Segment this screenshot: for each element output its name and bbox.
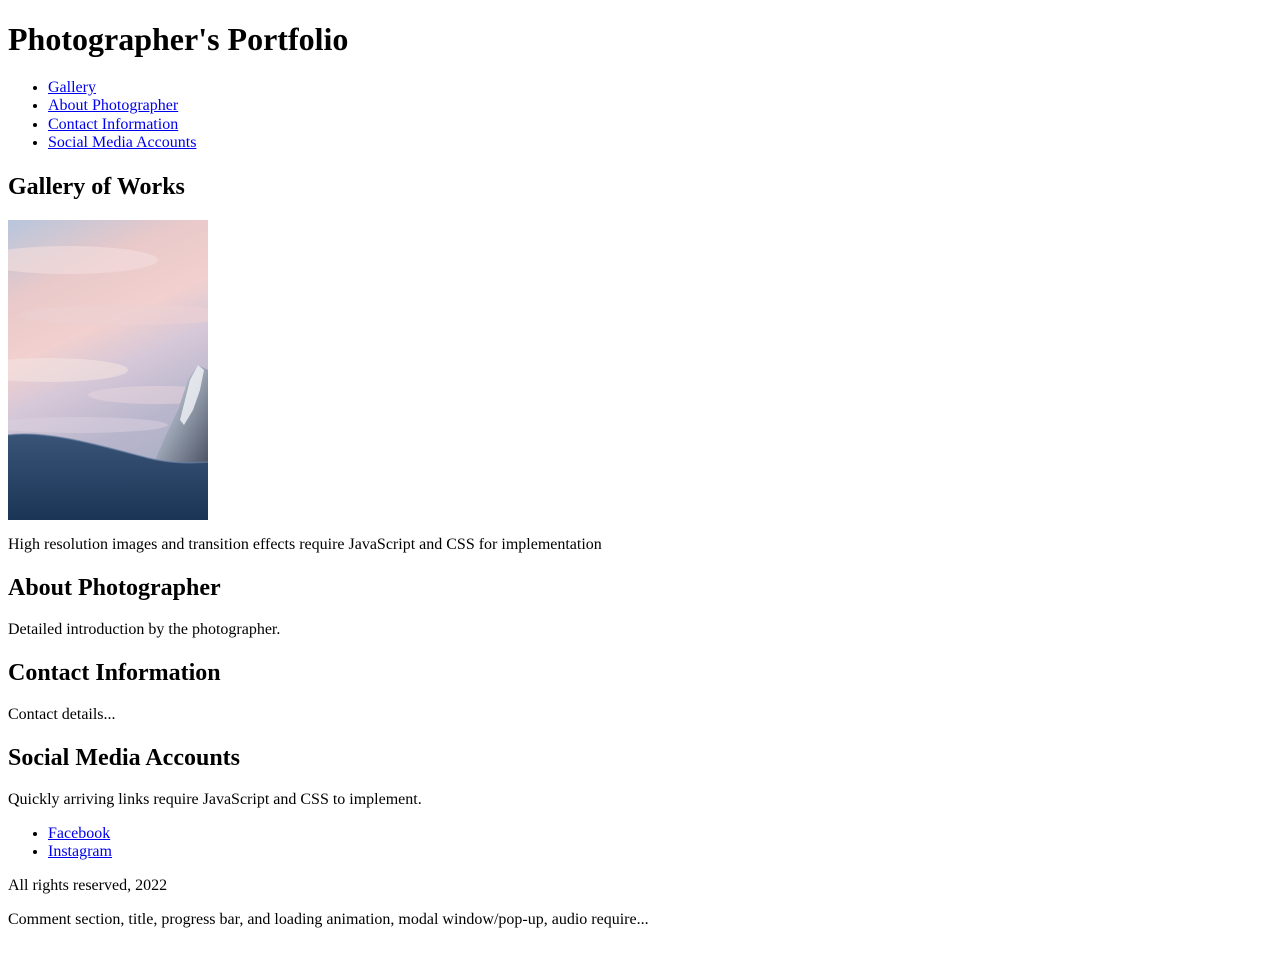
social-text: Quickly arriving links require JavaScrip… [8,790,422,808]
social-heading: Social Media Accounts [8,744,240,771]
gallery-note: High resolution images and transition ef… [8,535,602,553]
footer-note: Comment section, title, progress bar, an… [8,911,649,929]
instagram-link[interactable]: Instagram [48,843,112,860]
main-nav: Gallery About Photographer Contact Infor… [8,79,1272,153]
gallery-heading: Gallery of Works [8,173,185,200]
nav-link-about[interactable]: About Photographer [48,97,178,114]
nav-item-about: About Photographer [48,97,1272,115]
nav-item-contact: Contact Information [48,116,1272,134]
about-text: Detailed introduction by the photographe… [8,620,281,638]
nav-link-social[interactable]: Social Media Accounts [48,134,196,151]
gallery-section: Gallery of Works High resolution images … [8,173,1272,554]
nav-link-contact[interactable]: Contact Information [48,116,178,133]
contact-section: Contact Information Contact details... [8,659,1272,724]
nav-item-gallery: Gallery [48,79,1272,97]
contact-text: Contact details... [8,705,116,723]
social-links-list: Facebook Instagram [8,825,1272,862]
contact-heading: Contact Information [8,659,221,686]
nav-link-gallery[interactable]: Gallery [48,79,96,96]
social-section: Social Media Accounts Quickly arriving l… [8,744,1272,862]
copyright-text: All rights reserved, 2022 [8,877,168,895]
nav-item-social: Social Media Accounts [48,134,1272,152]
social-item-instagram: Instagram [48,843,1272,861]
gallery-photo [8,219,208,520]
footer: All rights reserved, 2022 Comment sectio… [8,877,1272,929]
about-section: About Photographer Detailed introduction… [8,574,1272,639]
about-heading: About Photographer [8,574,221,601]
facebook-link[interactable]: Facebook [48,825,110,842]
social-item-facebook: Facebook [48,825,1272,843]
page-title: Photographer's Portfolio [8,21,349,57]
